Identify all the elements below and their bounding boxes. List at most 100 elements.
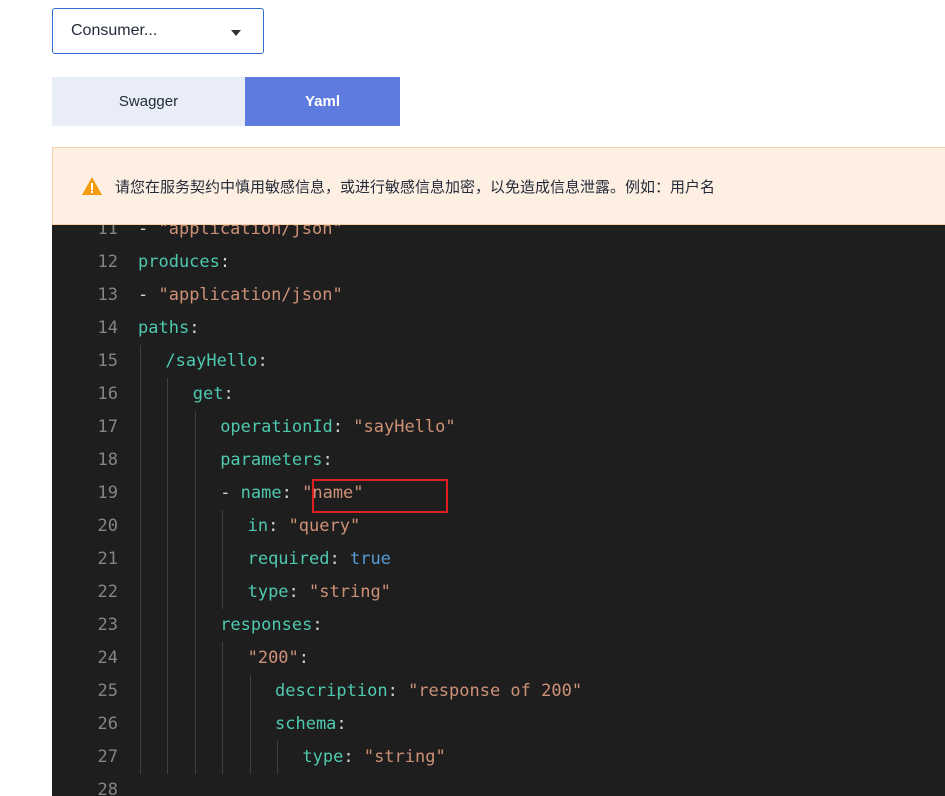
code-line: 14 paths: (52, 312, 945, 345)
code-token: type (302, 747, 344, 767)
indent-guide (222, 741, 224, 774)
indent-guide (222, 543, 224, 576)
indent-guide (167, 708, 169, 741)
indent-guide (222, 576, 224, 609)
indent-guide (167, 741, 169, 774)
code-token: "application/json" (158, 225, 343, 239)
code-line: 27 type: "string" (52, 741, 945, 774)
indent-guide (167, 411, 169, 444)
tab-swagger[interactable]: Swagger (52, 77, 245, 126)
caret-down-icon (231, 30, 241, 36)
indent-guide (194, 477, 196, 510)
code-token: : (387, 681, 409, 701)
code-content: "200": (248, 642, 309, 675)
code-token: : (343, 747, 364, 767)
code-token: : (281, 483, 303, 503)
indent-guide (140, 444, 141, 477)
code-content: required: true (248, 543, 391, 576)
line-number: 21 (97, 549, 118, 569)
code-token: - (138, 225, 159, 239)
indent-guide (140, 576, 141, 609)
code-token: : (322, 450, 333, 470)
indent-guide (167, 477, 169, 510)
indent-guide (222, 510, 224, 543)
line-number: 28 (97, 780, 118, 796)
code-line: 12 produces: (52, 246, 945, 279)
line-number: 12 (97, 252, 118, 272)
code-token: schema (275, 714, 337, 734)
indent-guide (167, 543, 169, 576)
code-token: name (240, 483, 282, 503)
code-token: "string" (363, 747, 446, 767)
indent-guide (194, 444, 196, 477)
code-line: 28 (52, 774, 945, 796)
indent-guide (140, 609, 141, 642)
code-token: paths (138, 318, 190, 338)
line-number: 16 (97, 384, 118, 404)
indent-guide (140, 741, 141, 774)
line-number: 27 (97, 747, 118, 767)
code-token: /sayHello (165, 351, 258, 371)
code-token: description (275, 681, 388, 701)
indent-guide (140, 411, 141, 444)
code-content: get: (193, 378, 234, 411)
indent-guide (194, 708, 196, 741)
code-line: 19- name: "name" (52, 477, 945, 510)
tab-yaml[interactable]: Yaml (245, 77, 400, 126)
code-content: parameters: (220, 444, 333, 477)
code-line: 23 responses: (52, 609, 945, 642)
code-token: type (247, 582, 289, 602)
indent-guide (194, 642, 196, 675)
line-number: 20 (97, 516, 118, 536)
indent-guide (140, 708, 141, 741)
code-token: : (257, 351, 268, 371)
code-line: 18 parameters: (52, 444, 945, 477)
format-tabs: Swagger Yaml (52, 77, 400, 126)
code-content: schema: (275, 708, 347, 741)
indent-guide (140, 378, 141, 411)
code-content: /sayHello: (165, 345, 267, 378)
code-token: "sayHello" (353, 417, 456, 437)
code-token: operationId (220, 417, 333, 437)
code-line: 25 description: "response of 200" (52, 675, 945, 708)
code-token: "string" (309, 582, 391, 602)
code-content: - "application/json" (138, 225, 343, 246)
indent-guide (222, 642, 224, 675)
indent-guide (222, 708, 224, 741)
highlight-box (312, 479, 448, 513)
code-token: : (336, 714, 347, 734)
consumer-select[interactable]: Consumer... (52, 8, 264, 54)
code-content: type: "string" (302, 741, 445, 774)
code-line: 24 "200": (52, 642, 945, 675)
code-token: : (298, 648, 310, 668)
code-token: : (312, 615, 323, 635)
code-token: "query" (288, 516, 361, 536)
consumer-select-value: Consumer... (71, 22, 158, 39)
code-line: 15/sayHello: (52, 345, 945, 378)
code-token: get (192, 384, 224, 404)
line-number: 14 (97, 318, 118, 338)
line-number: 23 (97, 615, 118, 635)
code-content: paths: (138, 312, 199, 345)
code-line: 13- "application/json" (52, 279, 945, 312)
warning-triangle-icon (82, 177, 102, 195)
code-content: description: "response of 200" (275, 675, 582, 708)
code-token: - (138, 285, 159, 305)
indent-guide (249, 708, 251, 741)
indent-guide (167, 510, 169, 543)
indent-guide (194, 741, 196, 774)
indent-guide (167, 675, 169, 708)
yaml-code-editor[interactable]: 11- "application/json" 12 produces: 13- "ap… (52, 225, 945, 796)
notice-text: 请您在服务契约中慎用敏感信息，或进行敏感信息加密，以免造成信息泄露。例如：用户名 (115, 178, 716, 196)
line-number: 26 (97, 714, 118, 734)
code-token: : (223, 384, 234, 404)
code-token: true (349, 549, 391, 569)
line-number: 17 (97, 417, 118, 437)
code-line: 17 operationId: "sayHello" (52, 411, 945, 444)
indent-guide (249, 741, 251, 774)
code-token: responses (220, 615, 313, 635)
indent-guide (194, 510, 196, 543)
code-content: responses: (220, 609, 322, 642)
indent-guide (222, 675, 224, 708)
code-content: - "application/json" (138, 279, 343, 312)
